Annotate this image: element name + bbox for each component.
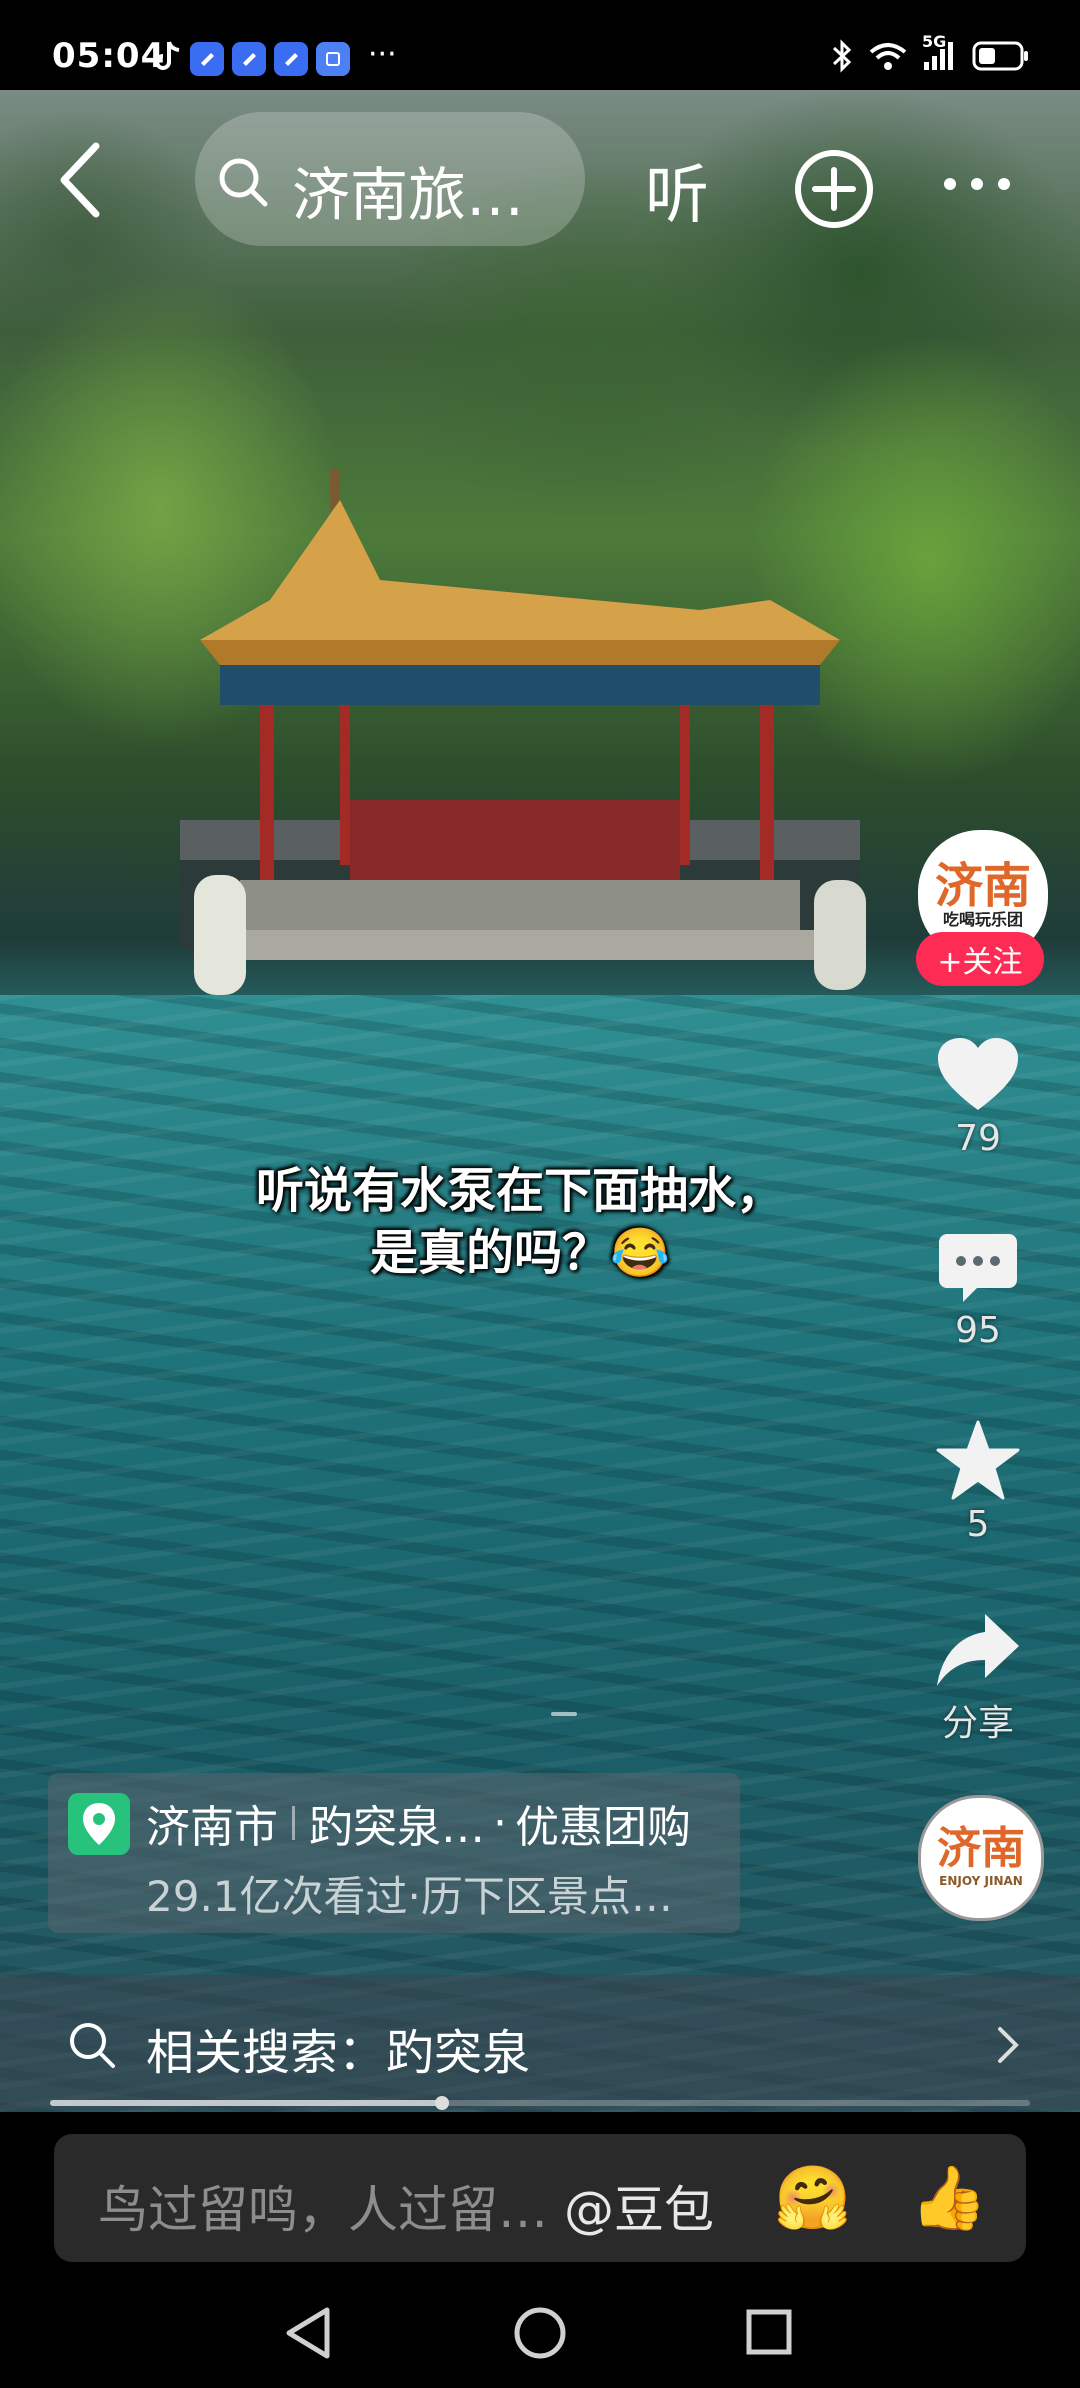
chevron-right-icon (994, 2025, 1022, 2069)
listen-button[interactable]: 听 (645, 144, 709, 236)
search-icon (66, 2019, 118, 2075)
triangle-back-icon (286, 2307, 330, 2359)
playback-progress-fill (50, 2100, 442, 2106)
emoji-hug-button[interactable]: 🤗 (774, 2160, 851, 2236)
favorite-count: 5 (966, 1504, 990, 1545)
system-nav-bar (0, 2278, 1080, 2388)
tiktok-icon (152, 40, 182, 78)
related-search-label: 相关搜索：趵突泉 (146, 2025, 531, 2081)
video-scene-stele-right (814, 880, 866, 990)
app-icon (274, 42, 308, 76)
location-title: 济南市 趵突泉… · 优惠团购 (146, 1791, 691, 1855)
bluetooth-icon (830, 38, 854, 74)
music-disc[interactable]: 济南 ENJOY JINAN (918, 1795, 1044, 1921)
location-stats: 29.1亿次看过·历下区景点… (146, 1872, 673, 1921)
playback-progress-bar[interactable] (50, 2096, 1030, 2110)
search-query[interactable]: 济南旅… (292, 148, 524, 232)
signal-icon: 5G (922, 32, 958, 72)
star-icon (936, 1420, 1020, 1500)
chevron-left-icon (60, 142, 100, 218)
location-pin-icon (68, 1793, 130, 1855)
comment-count: 95 (955, 1310, 1001, 1351)
status-time: 05:04 (52, 36, 166, 76)
related-search-bar[interactable]: 相关搜索：趵突泉 (0, 1975, 1080, 2110)
top-nav: 济南旅… 听 (0, 90, 1080, 260)
create-button[interactable] (793, 148, 875, 234)
share-button[interactable]: 分享 (908, 1612, 1048, 1746)
comment-placeholder: 鸟过留鸣，人过留… (98, 2181, 548, 2239)
nav-home-button[interactable] (513, 2306, 567, 2364)
music-disc-subtext: ENJOY JINAN (939, 1874, 1023, 1888)
share-icon (937, 1614, 1019, 1686)
comment-bar: 鸟过留鸣，人过留… @豆包 🤗 👍 (0, 2112, 1080, 2278)
network-label: 5G (922, 32, 947, 51)
comment-button[interactable]: 95 (908, 1230, 1048, 1351)
video-scene-pavilion (180, 470, 860, 960)
more-notifications: ··· (368, 36, 397, 72)
video-scene-stele-left (194, 875, 246, 995)
drag-handle (551, 1712, 577, 1716)
location-card[interactable]: 济南市 趵突泉… · 优惠团购 29.1亿次看过·历下区景点… (48, 1773, 740, 1933)
app-icon (232, 42, 266, 76)
location-deal[interactable]: 优惠团购 (515, 1791, 691, 1855)
avatar-logo-text: 济南 (934, 858, 1031, 914)
video-caption: 听说有水泵在下面抽水， 是真的吗？😂 (160, 1160, 880, 1284)
location-divider (292, 1806, 295, 1840)
more-icon (944, 178, 1010, 190)
location-city[interactable]: 济南市 (146, 1791, 278, 1855)
notification-icons: ··· (152, 36, 397, 78)
location-place[interactable]: 趵突泉… (309, 1791, 485, 1855)
search-icon (215, 154, 271, 214)
battery-icon (972, 40, 1030, 72)
caption-line-1: 听说有水泵在下面抽水， (255, 1163, 784, 1219)
more-options-button[interactable] (942, 176, 1012, 196)
share-label: 分享 (941, 1703, 1014, 1744)
plus-circle-icon (795, 150, 873, 228)
comment-input[interactable]: 鸟过留鸣，人过留… @豆包 🤗 👍 (54, 2134, 1026, 2262)
favorite-button[interactable]: 5 (908, 1420, 1048, 1545)
emoji-thumbs-up-button[interactable]: 👍 (910, 2160, 987, 2236)
nav-back-button[interactable] (283, 2306, 333, 2364)
like-count: 79 (955, 1118, 1001, 1159)
back-button[interactable] (52, 140, 112, 220)
follow-button[interactable]: +关注 (916, 932, 1044, 986)
nav-recents-button[interactable] (745, 2308, 793, 2360)
like-button[interactable]: 79 (908, 1036, 1048, 1159)
square-recents-icon (746, 2309, 792, 2355)
comment-icon (939, 1234, 1017, 1302)
wifi-icon (868, 40, 908, 72)
location-dot: · (493, 1797, 507, 1849)
caption-line-2: 是真的吗？😂 (370, 1225, 670, 1281)
playback-progress-knob[interactable] (435, 2096, 449, 2110)
app-icon (316, 42, 350, 76)
avatar-logo-subtext: 吃喝玩乐团 (942, 910, 1023, 929)
heart-icon (938, 1038, 1018, 1110)
status-bar: 05:04 ··· 5G (0, 0, 1080, 90)
mention-button[interactable]: @豆包 (564, 2170, 714, 2242)
app-icon (190, 42, 224, 76)
circle-home-icon (514, 2307, 566, 2359)
music-disc-logo-text: 济南 (937, 1823, 1025, 1874)
system-icons: 5G (830, 32, 1030, 74)
